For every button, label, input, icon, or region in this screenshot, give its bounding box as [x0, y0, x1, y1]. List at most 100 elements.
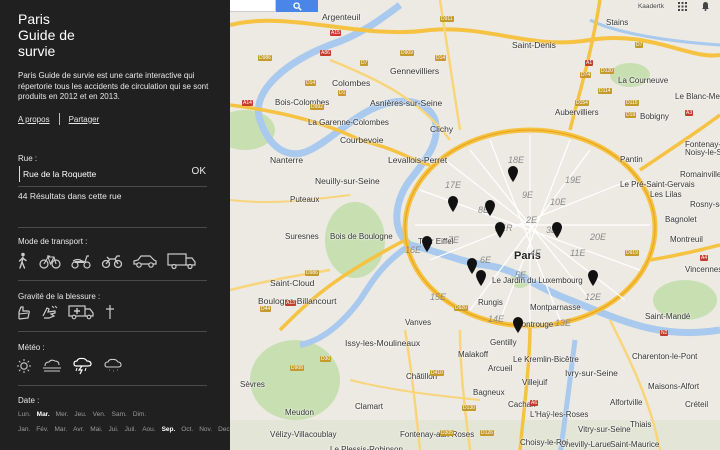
- road-badge: A86: [320, 50, 331, 56]
- arrondissement-label: 7E: [448, 235, 460, 245]
- arrondissement-label: 18E: [508, 155, 525, 165]
- place-label: Nanterre: [270, 155, 304, 165]
- place-label: Villejuif: [522, 378, 548, 387]
- street-input[interactable]: [23, 167, 173, 181]
- map[interactable]: Kaadertk Argenteuil Saint-Denis Colombes Ge…: [230, 0, 720, 450]
- map-canvas: [230, 0, 720, 450]
- sun-icon[interactable]: [16, 358, 32, 374]
- place-label: Bagneux: [473, 388, 505, 397]
- place-label: Choisy-le-Roi: [520, 438, 569, 447]
- day-option[interactable]: Mar.: [37, 411, 50, 418]
- arrondissement-label: 5E: [515, 270, 527, 280]
- month-option[interactable]: Mai.: [90, 426, 102, 433]
- place-label: Bagnolet: [665, 215, 697, 224]
- month-option[interactable]: Jui.: [109, 426, 119, 433]
- transport-icons: [16, 252, 206, 270]
- day-option[interactable]: Dim.: [133, 411, 146, 418]
- place-label: Issy-les-Moulineaux: [345, 338, 421, 348]
- month-option[interactable]: Juil.: [125, 426, 137, 433]
- map-marker-icon[interactable]: [495, 222, 505, 238]
- place-label: Gennevilliers: [390, 66, 440, 76]
- map-marker-icon[interactable]: [513, 317, 523, 333]
- place-label: L'Haÿ-les-Roses: [530, 410, 589, 419]
- place-label: Malakoff: [458, 350, 489, 359]
- map-marker-icon[interactable]: [422, 236, 432, 252]
- place-label: Vincennes: [685, 265, 720, 274]
- map-marker-icon[interactable]: [476, 270, 486, 286]
- place-label: Colombes: [332, 78, 371, 88]
- day-option[interactable]: Ven.: [93, 411, 106, 418]
- place-label: Charenton-le-Pont: [632, 352, 698, 361]
- map-search-button[interactable]: [276, 0, 318, 12]
- month-option[interactable]: Jan.: [18, 426, 30, 433]
- results-count: 44 Résultats dans cette rue: [18, 191, 122, 201]
- month-option[interactable]: Aou.: [142, 426, 155, 433]
- day-option[interactable]: Lun.: [18, 411, 31, 418]
- site-title-line: Guide de: [18, 27, 75, 43]
- share-link[interactable]: Partager: [69, 115, 100, 124]
- month-option[interactable]: Avr.: [73, 426, 84, 433]
- road-badge: D115: [625, 100, 639, 106]
- place-label: Vanves: [405, 318, 432, 327]
- intro-text: Paris Guide de survie est une carte inte…: [18, 71, 209, 101]
- place-label: Le Plessis-Robinson: [330, 445, 403, 450]
- month-option[interactable]: Oct.: [181, 426, 193, 433]
- day-option[interactable]: Sam.: [112, 411, 127, 418]
- car-icon[interactable]: [132, 252, 158, 270]
- motorcycle-icon[interactable]: [101, 252, 123, 270]
- bandaged-hand-icon[interactable]: [16, 304, 32, 320]
- map-search-box[interactable]: [230, 0, 276, 12]
- ambulance-icon[interactable]: [68, 304, 94, 320]
- place-label: Aubervilliers: [555, 108, 599, 117]
- day-option[interactable]: Jeu.: [74, 411, 86, 418]
- cross-icon[interactable]: [103, 304, 117, 320]
- month-option[interactable]: Fév.: [36, 426, 48, 433]
- storm-icon[interactable]: [72, 357, 94, 375]
- place-label: Argenteuil: [322, 12, 361, 22]
- snow-icon[interactable]: [103, 358, 123, 374]
- bell-icon[interactable]: [701, 1, 710, 11]
- about-link[interactable]: A propos: [18, 115, 50, 124]
- month-option[interactable]: Nov.: [199, 426, 212, 433]
- section-divider: [18, 385, 207, 386]
- input-cursor: [19, 166, 20, 182]
- road-badge: D909: [400, 50, 414, 56]
- map-marker-icon[interactable]: [448, 196, 458, 212]
- arrondissement-label: 17E: [445, 180, 462, 190]
- fog-icon[interactable]: [41, 358, 63, 374]
- street-label: Rue :: [18, 154, 38, 163]
- map-marker-icon[interactable]: [485, 200, 495, 216]
- arrondissement-label: 14E: [488, 314, 505, 324]
- day-option[interactable]: Mer.: [56, 411, 69, 418]
- section-divider: [18, 227, 207, 228]
- injured-hand-icon[interactable]: [41, 304, 59, 320]
- arrondissement-label: 20E: [590, 232, 607, 242]
- road-badge: D908: [290, 365, 304, 371]
- info-links: A propos Partager: [18, 113, 99, 125]
- place-label: Clamart: [355, 402, 384, 411]
- month-option[interactable]: Mar.: [54, 426, 67, 433]
- month-option[interactable]: Sep.: [162, 426, 176, 433]
- ok-button[interactable]: OK: [192, 166, 206, 177]
- road-badge: D1: [338, 90, 347, 96]
- map-marker-icon[interactable]: [552, 222, 562, 238]
- truck-icon[interactable]: [167, 252, 197, 270]
- place-label: Noisy-le-Sec: [685, 148, 720, 157]
- arrondissement-label: 12E: [585, 292, 602, 302]
- place-label: Le Pré-Saint-Gervais: [620, 180, 695, 189]
- place-label: Saint-Mandé: [645, 312, 691, 321]
- place-label: Fontenay-sous-Bois: [685, 140, 720, 149]
- bicycle-icon[interactable]: [39, 252, 61, 270]
- map-marker-icon[interactable]: [508, 166, 518, 182]
- place-label: Stains: [606, 18, 629, 27]
- map-top-right: Kaadertk: [638, 0, 720, 12]
- map-marker-icon[interactable]: [588, 270, 598, 286]
- pedestrian-icon[interactable]: [16, 252, 30, 270]
- place-label: La Courneuve: [618, 76, 669, 85]
- place-label: Alfortville: [610, 398, 643, 407]
- apps-grid-icon[interactable]: [678, 1, 687, 11]
- scooter-icon[interactable]: [70, 252, 92, 270]
- place-label: Ivry-sur-Seine: [565, 368, 618, 378]
- arrondissement-label: 16E: [405, 245, 422, 255]
- place-label: Rosny-sous-Bois: [690, 200, 720, 209]
